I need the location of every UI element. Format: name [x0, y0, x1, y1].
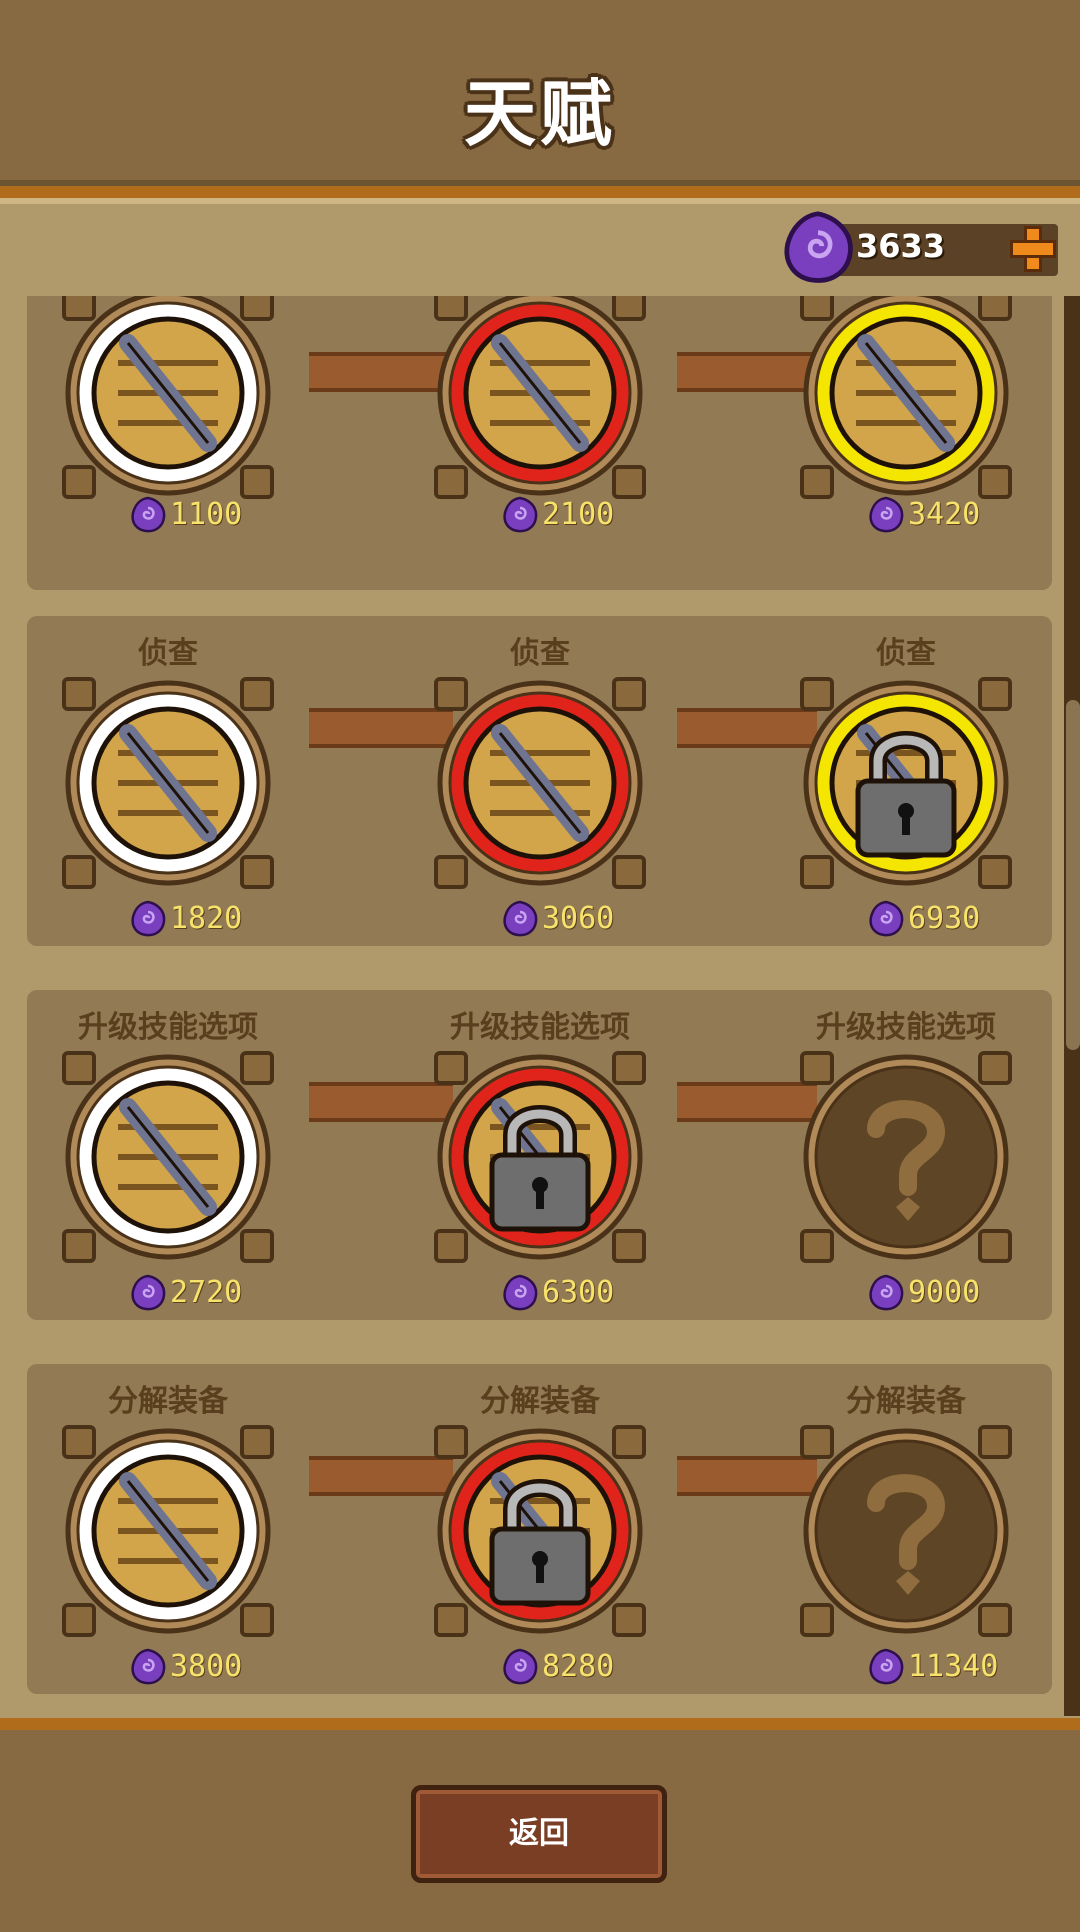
purple-gem-icon — [869, 900, 904, 937]
gem-pile-tier1-icon[interactable] — [58, 296, 278, 503]
talent-label: 升级技能选项 — [816, 1010, 996, 1045]
talent-price: 9000 — [866, 1273, 1080, 1313]
price-value: 3800 — [170, 1649, 243, 1684]
purple-gem-icon — [869, 496, 904, 533]
price-value: 11340 — [908, 1649, 999, 1684]
talent-label: 侦查 — [138, 636, 198, 671]
talent-price: 1100 — [128, 495, 348, 535]
currency-value: 3633 — [856, 227, 946, 265]
talent-price: 2100 — [500, 495, 720, 535]
price-value: 1100 — [170, 497, 243, 532]
talent-price: 8280 — [500, 1647, 720, 1687]
price-value: 2720 — [170, 1275, 243, 1310]
purple-gem-icon — [503, 1648, 538, 1685]
lock-icon[interactable] — [430, 1047, 650, 1267]
talent-label: 升级技能选项 — [78, 1010, 258, 1045]
gem-trophy-tier2-icon[interactable] — [430, 296, 650, 503]
anvil-icon[interactable] — [58, 1421, 278, 1641]
lock-icon[interactable] — [796, 673, 1016, 893]
purple-gem-icon — [503, 496, 538, 533]
purple-gem-icon — [869, 1648, 904, 1685]
purple-gem-icon — [869, 1274, 904, 1311]
laurel-totem-icon[interactable] — [58, 1047, 278, 1267]
talent-label: 分解装备 — [846, 1384, 966, 1419]
lock-icon[interactable] — [430, 1421, 650, 1641]
purple-gem-icon — [131, 900, 166, 937]
purple-gem-icon — [503, 1274, 538, 1311]
price-value: 1820 — [170, 901, 243, 936]
price-value: 3420 — [908, 497, 981, 532]
magnifier-telescope-crate-icon[interactable] — [430, 673, 650, 893]
price-value: 6930 — [908, 901, 981, 936]
talent-label: 分解装备 — [480, 1384, 600, 1419]
purple-gem-icon — [131, 1648, 166, 1685]
talent-price: 6300 — [500, 1273, 720, 1313]
talent-price: 6930 — [866, 899, 1080, 939]
back-button[interactable]: 返回 — [411, 1785, 667, 1883]
treasure-hoard-tier3-icon[interactable] — [796, 296, 1016, 503]
price-value: 2100 — [542, 497, 615, 532]
header-bar: 天赋 — [0, 0, 1080, 198]
talent-label: 升级技能选项 — [450, 1010, 630, 1045]
talent-price: 3420 — [866, 495, 1080, 535]
purple-gem-icon — [131, 496, 166, 533]
purple-gem-icon — [503, 900, 538, 937]
talent-row: 分解装备 3800 分解装备 8280 分解装备 11340 — [27, 1364, 1052, 1694]
price-value: 9000 — [908, 1275, 981, 1310]
talent-price: 3060 — [500, 899, 720, 939]
talent-price: 2720 — [128, 1273, 348, 1313]
talent-row: 1100 2100 3420 — [27, 296, 1052, 590]
purple-gem-icon — [784, 211, 853, 283]
talent-list[interactable]: 1100 2100 3420 侦查 1820 侦查 3060 侦查 6930 升级技能选项 2720… — [0, 296, 1080, 1716]
currency-display: 3633 — [780, 210, 1058, 283]
talent-price: 1820 — [128, 899, 348, 939]
talent-label: 分解装备 — [108, 1384, 228, 1419]
talent-label: 侦查 — [510, 636, 570, 671]
telescope-crate-icon[interactable] — [58, 673, 278, 893]
talent-price: 11340 — [866, 1647, 1080, 1687]
question-mark-icon[interactable] — [796, 1421, 1016, 1641]
add-currency-button[interactable] — [1010, 226, 1056, 272]
purple-gem-icon — [131, 1274, 166, 1311]
question-mark-icon[interactable] — [796, 1047, 1016, 1267]
talent-price: 3800 — [128, 1647, 348, 1687]
page-title: 天赋 — [463, 72, 616, 156]
talent-label: 侦查 — [876, 636, 936, 671]
talent-row: 升级技能选项 2720 升级技能选项 6300 升级技能选项 9000 — [27, 990, 1052, 1320]
talent-row: 侦查 1820 侦查 3060 侦查 6930 — [27, 616, 1052, 946]
price-value: 8280 — [542, 1649, 615, 1684]
price-value: 3060 — [542, 901, 615, 936]
price-value: 6300 — [542, 1275, 615, 1310]
